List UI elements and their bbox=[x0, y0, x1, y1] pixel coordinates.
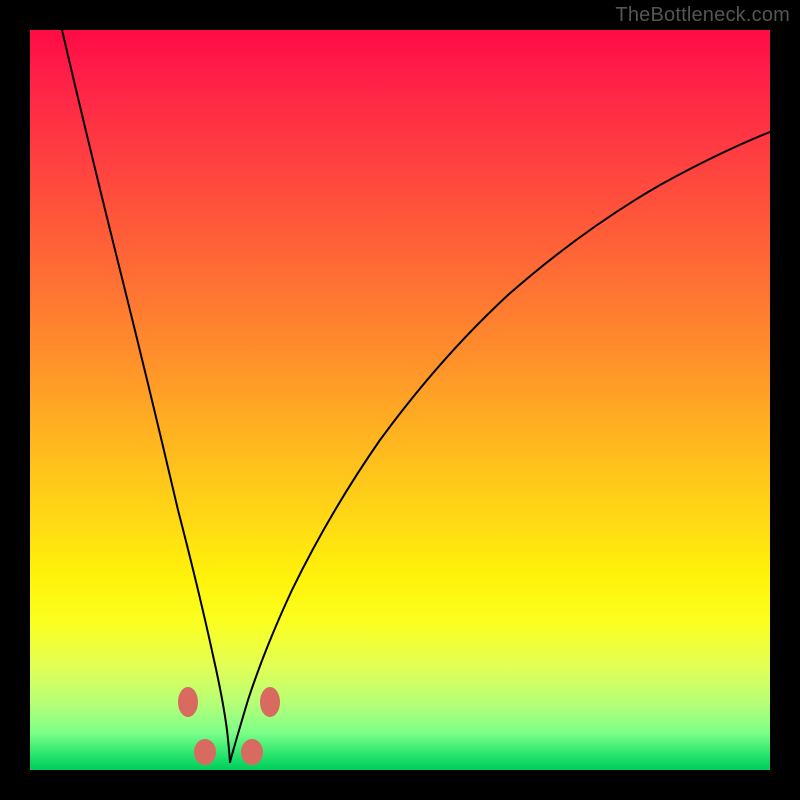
chart-plot-area bbox=[30, 30, 770, 770]
curve-left-branch bbox=[62, 30, 230, 762]
marker-lower-left bbox=[194, 739, 216, 765]
watermark-text: TheBottleneck.com bbox=[615, 4, 790, 27]
chart-frame: TheBottleneck.com bbox=[0, 0, 800, 800]
curve-right-branch bbox=[230, 132, 770, 762]
bottleneck-curve bbox=[30, 30, 770, 770]
marker-upper-left bbox=[178, 687, 198, 717]
marker-lower-right bbox=[241, 739, 263, 765]
marker-upper-right bbox=[260, 687, 280, 717]
